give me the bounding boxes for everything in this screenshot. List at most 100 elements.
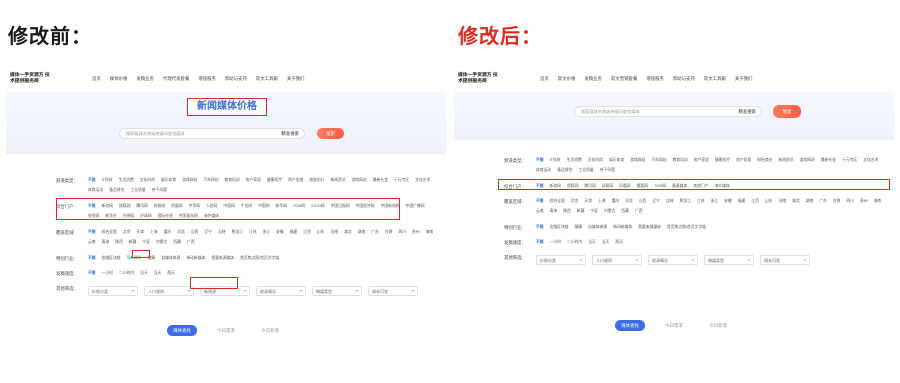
filter-option[interactable]: 江西 — [751, 197, 759, 206]
filter-option[interactable]: 文化时尚 — [588, 156, 603, 165]
filter-option[interactable]: 十元专区 — [842, 156, 857, 165]
filter-option[interactable]: 带动新媒体 — [186, 254, 205, 263]
filter-option[interactable]: 山东 — [765, 197, 773, 206]
filter-option[interactable]: 不限 — [88, 254, 96, 263]
nav-item[interactable]: 媒体价格 — [110, 76, 128, 82]
filter-option[interactable]: 广西 — [187, 238, 195, 247]
filter-option[interactable]: 一小时 — [102, 269, 113, 278]
select-type[interactable]: 稿媒类型 — [312, 286, 362, 296]
filter-option[interactable]: 不限 — [536, 182, 544, 191]
filter-option[interactable]: 新华网 — [276, 202, 287, 211]
filter-option[interactable]: 一小时 — [550, 238, 561, 247]
filter-option[interactable]: 海南 — [874, 197, 882, 206]
filter-option[interactable]: 健康 — [148, 254, 156, 263]
search-bar[interactable]: 搜索媒体名称或关键词查找媒体 精准搜索 — [119, 128, 305, 139]
filter-option[interactable]: 陕西 — [115, 238, 123, 247]
filter-option[interactable]: 青海 — [550, 207, 558, 216]
filter-option[interactable]: 中国青年网 — [179, 212, 198, 221]
filter-option[interactable]: 甘肃 — [385, 228, 393, 237]
filter-option[interactable]: TOM网 — [654, 182, 666, 191]
filter-option[interactable]: 腾讯网 — [584, 182, 595, 191]
filter-option[interactable]: 河南 — [330, 228, 338, 237]
filter-option[interactable]: 上海 — [598, 197, 606, 206]
filter-option[interactable]: 西藏 — [173, 238, 181, 247]
select-index[interactable]: 收录情况 — [648, 255, 698, 265]
filter-option[interactable]: 辽宁 — [652, 197, 660, 206]
filter-option[interactable]: 网易网 — [154, 202, 165, 211]
filter-option[interactable]: 西藏 — [621, 207, 629, 216]
filter-option[interactable]: 海外媒体 — [204, 212, 219, 221]
filter-option[interactable]: 当天 — [154, 269, 162, 278]
filter-option[interactable]: 四川 — [398, 228, 406, 237]
filter-option[interactable]: 最新社会 — [821, 156, 836, 165]
filter-option[interactable]: 腾讯网 — [136, 202, 147, 211]
search-input[interactable]: 搜索媒体名称或关键词查找媒体 — [581, 109, 640, 115]
filter-option[interactable]: 游戏网站 — [800, 156, 815, 165]
filter-option[interactable]: 江苏 — [249, 228, 257, 237]
filter-option[interactable]: 亲子母婴 — [600, 166, 615, 175]
filter-option[interactable]: 备案媒体 — [672, 182, 687, 191]
filter-option[interactable]: 江西 — [303, 228, 311, 237]
select-entry[interactable]: 人口规则 — [144, 286, 194, 296]
filter-option[interactable]: 不限 — [88, 269, 96, 278]
filter-option[interactable]: 陕西 — [563, 207, 571, 216]
filter-option[interactable]: 搜狐网 — [119, 202, 130, 211]
filter-option[interactable]: 中华网 — [189, 202, 200, 211]
today-new-button[interactable]: 今日新增 — [255, 325, 285, 336]
nav-item[interactable]: 软文工具箱 — [704, 76, 726, 82]
filter-option[interactable]: 备品餐饮 — [109, 186, 124, 195]
filter-option[interactable]: 湖南 — [806, 197, 814, 206]
filter-option[interactable]: 辽宁 — [204, 228, 212, 237]
search-input[interactable]: 搜索媒体名称或关键词查找媒体 — [126, 131, 185, 137]
nav-item[interactable]: 增值服务 — [646, 76, 664, 82]
filter-option[interactable]: 体育运动 — [536, 166, 551, 175]
filter-option[interactable]: 生活消费 — [567, 156, 582, 165]
filter-option[interactable]: 天津 — [584, 197, 592, 206]
filter-option[interactable]: 工业质量 — [578, 166, 593, 175]
filter-option[interactable]: 江苏 — [697, 197, 705, 206]
filter-option[interactable]: 广西 — [635, 207, 643, 216]
filter-option[interactable]: 需要来源媒体 — [638, 223, 661, 232]
filter-option[interactable]: 综合全国 — [102, 228, 117, 237]
filter-option[interactable]: 十元专区 — [394, 176, 409, 185]
filter-option[interactable]: 中国经济网 — [356, 202, 375, 211]
filter-option[interactable]: 新疆 — [577, 207, 585, 216]
filter-option[interactable]: 山西 — [191, 228, 199, 237]
filter-option[interactable]: 新浪网 — [550, 182, 561, 191]
filter-option[interactable]: 文化艺术 — [415, 176, 430, 185]
filter-option-highlighted[interactable]: 写新闻社 — [127, 254, 142, 263]
filter-option[interactable]: 二小时内 — [119, 269, 134, 278]
filter-option[interactable]: 安徽 — [276, 228, 284, 237]
filter-option[interactable]: 四川 — [846, 197, 854, 206]
filter-option[interactable]: 不限 — [536, 197, 544, 206]
filter-option[interactable]: 带动新媒体 — [613, 223, 632, 232]
filter-option[interactable]: 需要来源媒体 — [211, 254, 234, 263]
filter-option[interactable]: 云南 — [536, 207, 544, 216]
filter-option[interactable]: 广东 — [819, 197, 827, 206]
filter-option[interactable]: 不限 — [88, 228, 96, 237]
today-new-button[interactable]: 今日新增 — [703, 320, 733, 331]
filter-option[interactable]: 浙江 — [263, 228, 271, 237]
filter-option[interactable]: 不限 — [88, 176, 96, 185]
filter-option[interactable]: 工业质量 — [130, 186, 145, 195]
filter-option[interactable]: 旅游出行 — [309, 176, 324, 185]
filter-option[interactable]: 新疆 — [129, 238, 137, 247]
filter-option[interactable]: 内蒙古 — [156, 238, 167, 247]
filter-option[interactable]: 当天 — [140, 269, 148, 278]
filter-option[interactable]: 海外媒体 — [714, 182, 729, 191]
nav-item[interactable]: 增值服务 — [198, 76, 216, 82]
filter-option[interactable]: 中国网 — [223, 202, 234, 211]
filter-option[interactable]: 山西 — [639, 197, 647, 206]
filter-option[interactable]: 文化时尚 — [140, 176, 155, 185]
select-price[interactable]: 价格分类 — [536, 255, 586, 265]
filter-option[interactable]: 甘肃 — [833, 197, 841, 206]
filter-option[interactable]: 新闻资讯 — [330, 176, 345, 185]
search-button[interactable]: 搜索 — [317, 128, 344, 139]
nav-item[interactable]: 软文营销套餐 — [611, 76, 637, 82]
nav-item[interactable]: 关于我们 — [735, 76, 753, 82]
filter-option[interactable]: 国际在线 — [158, 212, 173, 221]
filter-option[interactable]: 新浪网 — [102, 202, 113, 211]
select-weekend[interactable]: 周末可发 — [760, 255, 810, 265]
filter-option[interactable]: IT科技 — [550, 156, 561, 165]
filter-option[interactable]: 黑龙江 — [680, 197, 691, 206]
